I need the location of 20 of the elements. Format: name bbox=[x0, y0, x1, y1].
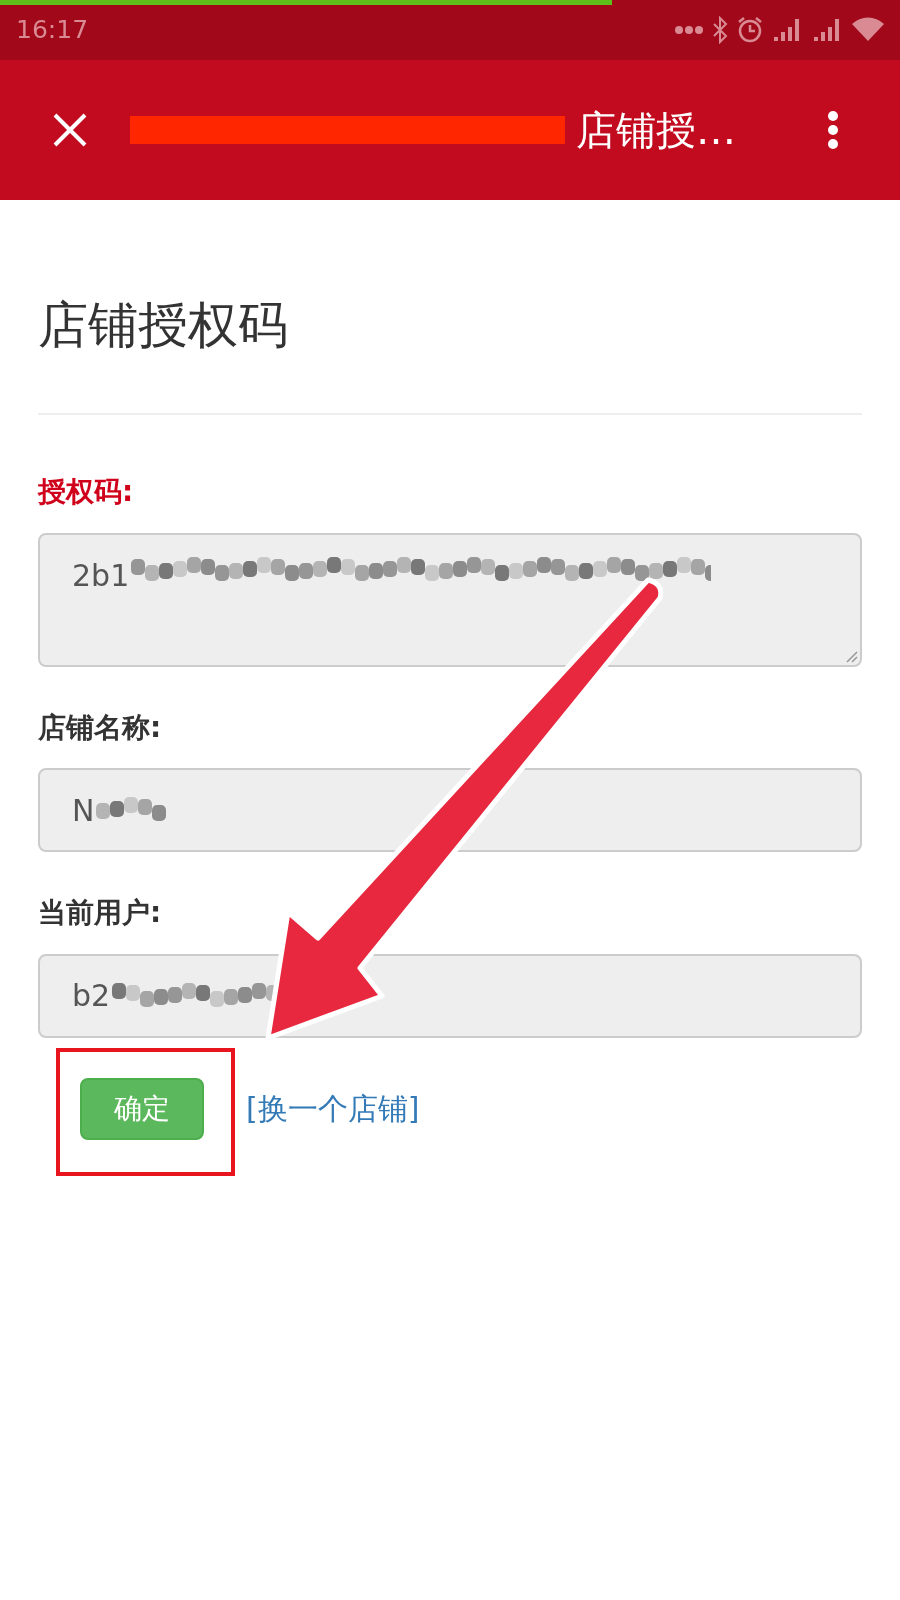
switch-store-link[interactable]: [换一个店铺] bbox=[246, 1086, 420, 1132]
field-label: 授权码: bbox=[38, 475, 135, 509]
field-value: b2 bbox=[72, 977, 111, 1016]
text-area[interactable]: 2b1 bbox=[38, 532, 862, 667]
menu-icon[interactable] bbox=[826, 110, 840, 150]
field-label: 当前用户: bbox=[38, 896, 163, 930]
field-label: 店铺名称: bbox=[38, 710, 163, 745]
page-heading: 店铺授权码 bbox=[38, 295, 289, 355]
more-notifications-icon bbox=[674, 25, 704, 35]
field-value: 2b1 bbox=[72, 556, 130, 595]
wifi-icon bbox=[852, 17, 884, 43]
alarm-icon bbox=[736, 16, 764, 44]
input-field[interactable]: N bbox=[38, 768, 862, 853]
input-field[interactable]: b2 bbox=[38, 953, 862, 1038]
field-value: N bbox=[72, 791, 95, 830]
resize-grip-icon[interactable] bbox=[846, 650, 858, 663]
page-title: 店铺授… bbox=[576, 106, 736, 155]
close-icon[interactable] bbox=[52, 112, 88, 148]
status-time: 16:17 bbox=[16, 14, 89, 47]
bluetooth-icon bbox=[712, 16, 728, 44]
